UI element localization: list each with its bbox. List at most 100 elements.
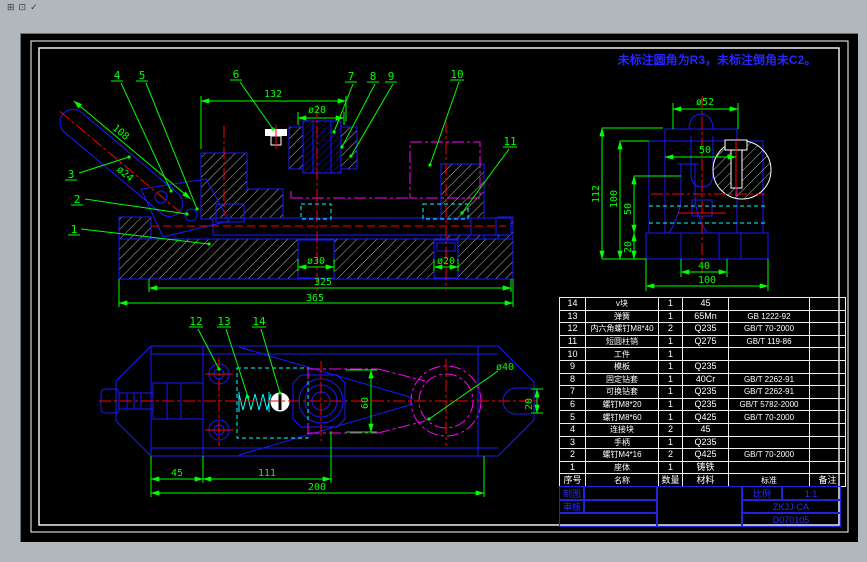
balloon-1: 1 [71, 223, 78, 236]
bom-cell: Q425 [682, 410, 729, 424]
bom-row: 10 工件 1 [559, 347, 846, 361]
bom-cell [809, 410, 846, 424]
dim-45: 45 [171, 468, 183, 479]
dim-50v: 50 [623, 203, 634, 215]
bom-cell: 1 [658, 397, 683, 412]
bom-cell: 模板 [585, 359, 659, 374]
bom-cell: 1 [658, 460, 683, 475]
bom-cell: 3 [559, 435, 586, 450]
bom-row: 13 弹簧 1 65Mn GB 1222-92 [559, 309, 846, 324]
bom-cell: 1 [658, 435, 683, 450]
bom-cell: 1 [658, 309, 683, 324]
balloon-2: 2 [74, 193, 81, 206]
bom-cell: 1 [658, 347, 683, 361]
drawing-canvas[interactable]: 108 ø24 132 ø28 ø30 ø20 325 365 1 2 3 4 … [20, 33, 858, 542]
balloon-9: 9 [388, 70, 395, 83]
window-chrome-icons: ⊞⊡✓ [7, 3, 42, 13]
dim-112: 112 [591, 185, 602, 203]
bom-header-row: 序号 名称 数量 材料 标准 备注 [559, 473, 846, 487]
balloon-7: 7 [348, 70, 355, 83]
bom-cell: 座体 [585, 460, 659, 475]
bom-cell: 45 [682, 422, 729, 437]
bom-row: 14 v块 1 45 [559, 297, 846, 311]
balloon-5: 5 [139, 69, 146, 82]
bom-body: 14 v块 1 45 13 弹簧 1 65Mn GB 1222-92 12 内六角螺钉M8*40 2 Q… [559, 297, 846, 487]
bom-header-cell: 材料 [682, 473, 729, 487]
bom-cell [809, 448, 846, 462]
bom-cell: GB/T 5782-2000 [728, 397, 810, 412]
front-view: 108 ø24 132 ø28 ø30 ø20 325 365 1 2 3 4 … [59, 68, 517, 307]
bom-cell: 螺钉M8*60 [585, 410, 659, 424]
bom-cell: 内六角螺钉M8*40 [585, 322, 659, 336]
dim-111: 111 [258, 468, 276, 479]
set-screw-glyph [265, 125, 287, 149]
bom-cell [809, 385, 846, 399]
bom-cell: 5 [559, 410, 586, 424]
title-middle-cell [656, 486, 743, 527]
bom-cell: 固定钻套 [585, 372, 659, 387]
dim-325: 325 [314, 277, 332, 288]
title-block: 制图 审核 比例 1:1 ZKJJ-CA D070105 [559, 486, 841, 527]
dim-100v: 100 [609, 190, 620, 208]
bom-row: 9 模板 1 Q235 [559, 359, 846, 374]
title-empty-left [559, 512, 658, 527]
bom-row: 5 螺钉M8*60 1 Q425 GB/T 70-2000 [559, 410, 846, 424]
bom-row: 12 内六角螺钉M8*40 2 Q235 GB/T 70-2000 [559, 322, 846, 336]
balloon-4: 4 [114, 69, 121, 82]
bom-cell [682, 347, 729, 361]
bom-cell: Q235 [682, 385, 729, 399]
bom-cell: 2 [658, 322, 683, 336]
bom-cell: 1 [658, 297, 683, 311]
bom-row: 2 螺钉M4*16 2 Q425 GB/T 70-2000 [559, 448, 846, 462]
bom-cell: 铸铁 [682, 460, 729, 475]
drawing-note: 未标注圆角为R3，未标注倒角未C2。 [617, 53, 817, 67]
bom-cell: 7 [559, 385, 586, 399]
bom-cell: 11 [559, 334, 586, 349]
bom-cell: 4 [559, 422, 586, 437]
bom-cell: 65Mn [682, 309, 729, 324]
bom-cell: 9 [559, 359, 586, 374]
balloon-8: 8 [370, 70, 377, 83]
bom-cell [809, 334, 846, 349]
dim-365: 365 [306, 293, 324, 304]
bom-cell: GB/T 2262-91 [728, 385, 810, 399]
bom-cell [809, 435, 846, 450]
dim-20v: 20 [623, 241, 634, 253]
bom-cell: 1 [658, 410, 683, 424]
bom-cell: 可换钻套 [585, 385, 659, 399]
bom-cell [728, 460, 810, 475]
bom-cell [728, 422, 810, 437]
bom-cell: Q235 [682, 322, 729, 336]
bom-cell: Q235 [682, 359, 729, 374]
bom-header-cell: 标准 [728, 473, 810, 487]
bom-header-cell: 备注 [809, 473, 846, 487]
dim-dia30: ø30 [307, 256, 325, 267]
bom-cell: Q275 [682, 334, 729, 349]
bom-cell: 1 [658, 359, 683, 374]
bom-cell: 6 [559, 397, 586, 412]
bom-cell: 2 [559, 448, 586, 462]
bom-cell: 螺钉M8*20 [585, 397, 659, 412]
side-view: ø52 50 112 100 50 20 40 100 [591, 96, 772, 291]
bom-cell: 1 [658, 385, 683, 399]
bom-cell: 短圆柱销 [585, 334, 659, 349]
bom-cell: 12 [559, 322, 586, 336]
bom-row: 7 可换钻套 1 Q235 GB/T 2262-91 [559, 385, 846, 399]
box-icon: ⊡ [18, 3, 31, 13]
bom-cell [809, 460, 846, 475]
dim-dia20: ø20 [437, 256, 455, 267]
bom-cell: 手柄 [585, 435, 659, 450]
top-view: 45 111 200 60 ø40 20 12 13 14 [99, 315, 543, 497]
cad-app-window: ⊞⊡✓ 108 ø24 132 ø28 ø30 ø20 325 365 1 2 … [0, 0, 867, 562]
bom-cell [728, 359, 810, 374]
bom-cell: 螺钉M4*16 [585, 448, 659, 462]
bom-cell: GB 1222-92 [728, 309, 810, 324]
dim-108: 108 [110, 123, 131, 143]
dim-132: 132 [264, 89, 282, 100]
bom-cell [809, 422, 846, 437]
dim-50: 50 [699, 145, 711, 156]
balloon-3: 3 [68, 168, 75, 181]
bom-cell: 连接块 [585, 422, 659, 437]
bom-cell [728, 435, 810, 450]
bom-cell: 1 [559, 460, 586, 475]
